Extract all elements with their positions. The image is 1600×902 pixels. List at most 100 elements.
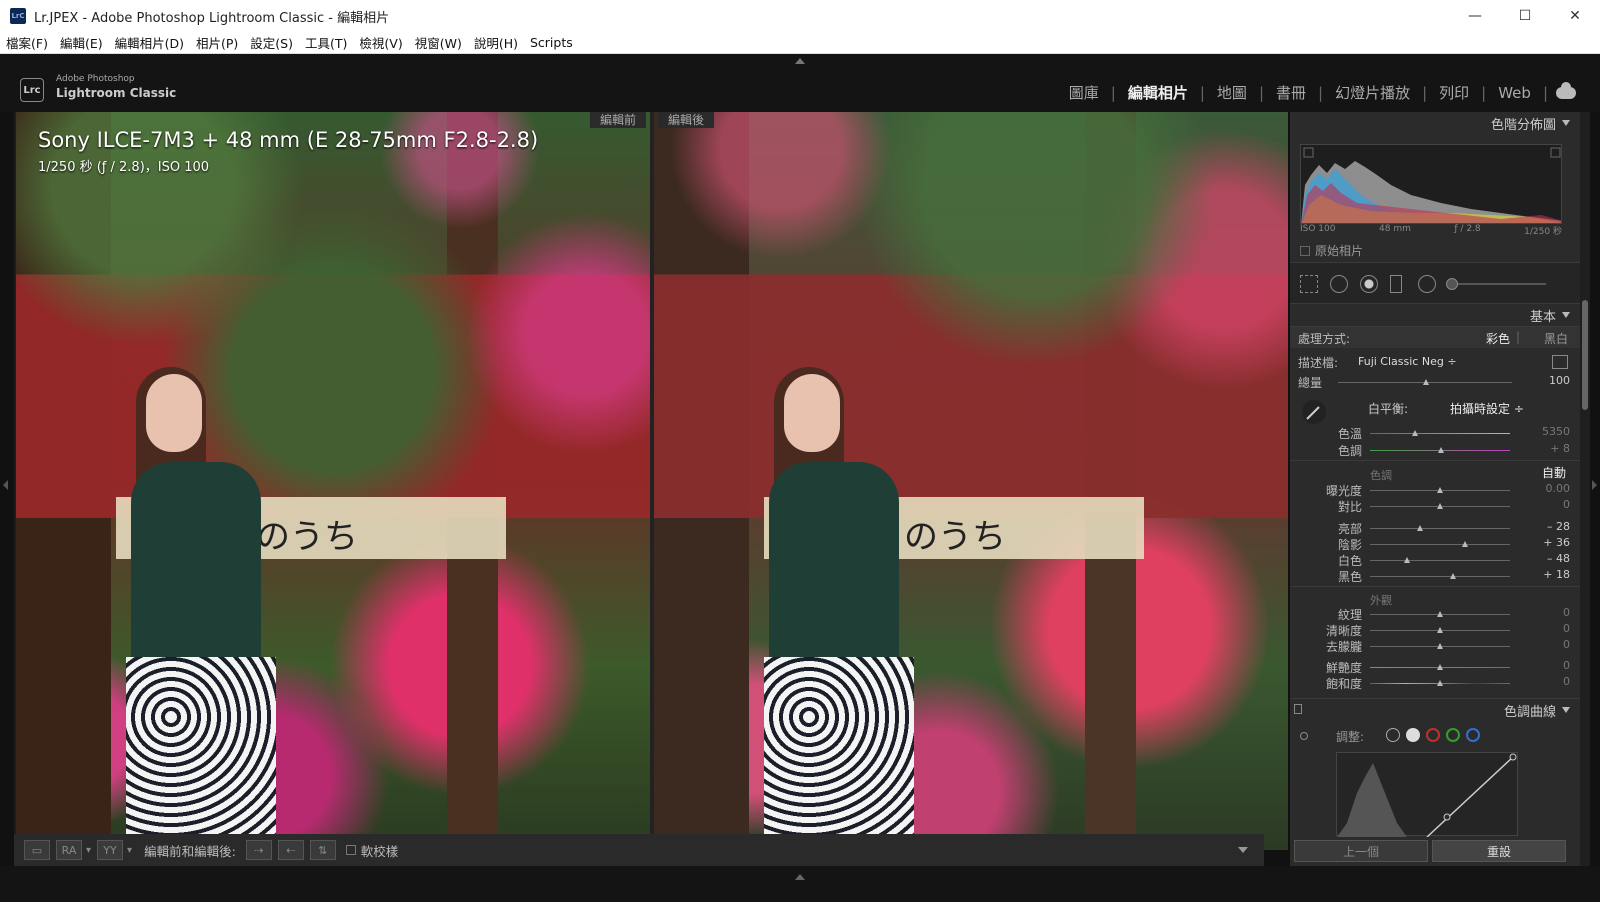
after-photo[interactable]: のうち 編輯後 — [654, 112, 1288, 850]
module-web[interactable]: Web — [1486, 84, 1543, 102]
module-slideshow[interactable]: 幻燈片播放 — [1323, 82, 1422, 103]
profile-browser-icon[interactable] — [1552, 355, 1568, 369]
contrast-thumb[interactable] — [1437, 503, 1443, 509]
dehaze-thumb[interactable] — [1437, 643, 1443, 649]
clarity-slider-row[interactable]: 清晰度 0 — [1290, 622, 1580, 638]
parametric-curve-icon[interactable] — [1386, 728, 1400, 742]
tint-value[interactable]: + 8 — [1550, 442, 1570, 455]
treatment-bw-option[interactable]: 黑白 — [1544, 330, 1568, 347]
profile-select[interactable]: Fuji Classic Neg ÷ — [1358, 355, 1457, 368]
tint-thumb[interactable] — [1438, 447, 1444, 453]
shadows-value[interactable]: + 36 — [1543, 536, 1570, 549]
eyedropper-icon[interactable] — [1302, 400, 1326, 424]
menu-edit[interactable]: 編輯(E) — [54, 33, 109, 52]
amount-thumb[interactable] — [1423, 379, 1429, 385]
dehaze-value[interactable]: 0 — [1563, 638, 1570, 651]
toolbar-content-caret-icon[interactable] — [1238, 847, 1248, 853]
menu-settings[interactable]: 設定(S) — [244, 33, 299, 52]
whites-value[interactable]: – 48 — [1547, 552, 1570, 565]
expand-left-panel-icon[interactable] — [3, 480, 8, 490]
blacks-thumb[interactable] — [1450, 573, 1456, 579]
graduated-filter-icon[interactable] — [1390, 275, 1402, 293]
view-menu-caret-icon[interactable]: ▾ — [127, 845, 132, 856]
menu-photo[interactable]: 相片(P) — [190, 33, 244, 52]
clarity-value[interactable]: 0 — [1563, 622, 1570, 635]
amount-slider-row[interactable]: 總量 100 — [1290, 374, 1580, 390]
exposure-thumb[interactable] — [1437, 487, 1443, 493]
saturation-thumb[interactable] — [1437, 680, 1443, 686]
auto-tone-button[interactable]: 自動 — [1542, 464, 1566, 481]
view-menu-caret-icon[interactable]: ▾ — [86, 845, 91, 856]
copy-before-to-after-icon[interactable]: ⇢ — [245, 840, 272, 860]
highlights-track[interactable] — [1370, 528, 1510, 529]
blacks-slider-row[interactable]: 黑色 + 18 — [1290, 568, 1580, 584]
before-photo[interactable]: のうち 編輯前 Sony ILCE-7M3 + 48 mm (E 28-75mm… — [16, 112, 650, 850]
expand-right-edge-icon[interactable] — [1592, 480, 1597, 490]
panel-scrollbar[interactable] — [1582, 300, 1588, 410]
module-develop[interactable]: 編輯相片 — [1116, 82, 1200, 103]
tone-curve-graph[interactable] — [1336, 752, 1518, 838]
menu-file[interactable]: 檔案(F) — [0, 33, 54, 52]
previous-button[interactable]: 上一個 — [1294, 840, 1428, 862]
vibrance-slider-row[interactable]: 鮮艷度 0 — [1290, 659, 1580, 675]
tone-curve-header[interactable]: 色調曲線 — [1504, 699, 1570, 721]
whites-track[interactable] — [1370, 560, 1510, 561]
module-library[interactable]: 圖庫 — [1057, 82, 1111, 103]
spot-removal-icon[interactable] — [1330, 275, 1348, 293]
red-channel-icon[interactable] — [1426, 728, 1440, 742]
temp-thumb[interactable] — [1412, 430, 1418, 436]
curve-target-icon[interactable] — [1300, 732, 1308, 740]
histogram[interactable] — [1300, 144, 1562, 224]
saturation-slider-row[interactable]: 飽和度 0 — [1290, 675, 1580, 691]
minimize-button[interactable]: — — [1450, 0, 1500, 32]
original-photo-toggle[interactable]: 原始相片 — [1300, 242, 1363, 259]
original-photo-checkbox[interactable] — [1300, 245, 1310, 256]
module-print[interactable]: 列印 — [1427, 82, 1481, 103]
exposure-slider-row[interactable]: 曝光度 0.00 — [1290, 482, 1580, 498]
menu-tools[interactable]: 工具(T) — [299, 33, 353, 52]
redeye-tool-icon[interactable] — [1360, 275, 1378, 293]
vibrance-value[interactable]: 0 — [1563, 659, 1570, 672]
reset-button[interactable]: 重設 — [1432, 840, 1566, 862]
texture-value[interactable]: 0 — [1563, 606, 1570, 619]
soft-proof-checkbox[interactable] — [345, 845, 356, 855]
menu-scripts[interactable]: Scripts — [524, 35, 579, 50]
menu-help[interactable]: 說明(H) — [468, 33, 524, 52]
exposure-value[interactable]: 0.00 — [1546, 482, 1571, 495]
point-curve-icon[interactable] — [1406, 728, 1420, 742]
temp-value[interactable]: 5350 — [1542, 425, 1570, 438]
menu-window[interactable]: 視窗(W) — [409, 33, 468, 52]
shadows-thumb[interactable] — [1462, 541, 1468, 547]
whites-thumb[interactable] — [1404, 557, 1410, 563]
module-map[interactable]: 地圖 — [1205, 82, 1259, 103]
soft-proof-toggle[interactable]: 軟校樣 — [345, 841, 398, 860]
amount-value[interactable]: 100 — [1549, 374, 1570, 387]
crop-tool-icon[interactable] — [1300, 275, 1318, 293]
blacks-track[interactable] — [1370, 576, 1510, 577]
basic-header[interactable]: 基本 — [1530, 304, 1570, 326]
close-button[interactable]: ✕ — [1550, 0, 1600, 32]
temp-track[interactable] — [1370, 433, 1510, 434]
highlights-value[interactable]: – 28 — [1547, 520, 1570, 533]
radial-filter-icon[interactable] — [1418, 275, 1436, 293]
clarity-thumb[interactable] — [1437, 627, 1443, 633]
texture-slider-row[interactable]: 紋理 0 — [1290, 606, 1580, 622]
menu-view[interactable]: 檢視(V) — [353, 33, 408, 52]
saturation-value[interactable]: 0 — [1563, 675, 1570, 688]
cloud-icon[interactable] — [1556, 81, 1576, 99]
brush-slider-track[interactable] — [1448, 283, 1546, 285]
tint-slider-row[interactable]: 色調 + 8 — [1290, 442, 1580, 458]
before-after-lr-button[interactable]: RA — [56, 840, 82, 860]
expand-filmstrip-icon[interactable] — [795, 874, 805, 880]
menu-develop[interactable]: 編輯相片(D) — [109, 33, 190, 52]
swap-before-after-icon[interactable]: ⇅ — [309, 840, 336, 860]
shadows-slider-row[interactable]: 陰影 + 36 — [1290, 536, 1580, 552]
maximize-button[interactable]: ☐ — [1500, 0, 1550, 32]
blacks-value[interactable]: + 18 — [1543, 568, 1570, 581]
texture-thumb[interactable] — [1437, 611, 1443, 617]
loupe-view-button[interactable]: ▭ — [24, 840, 50, 860]
panel-scroll-track[interactable] — [1580, 112, 1590, 866]
contrast-slider-row[interactable]: 對比 0 — [1290, 498, 1580, 514]
temp-slider-row[interactable]: 色溫 5350 — [1290, 425, 1580, 441]
contrast-value[interactable]: 0 — [1563, 498, 1570, 511]
